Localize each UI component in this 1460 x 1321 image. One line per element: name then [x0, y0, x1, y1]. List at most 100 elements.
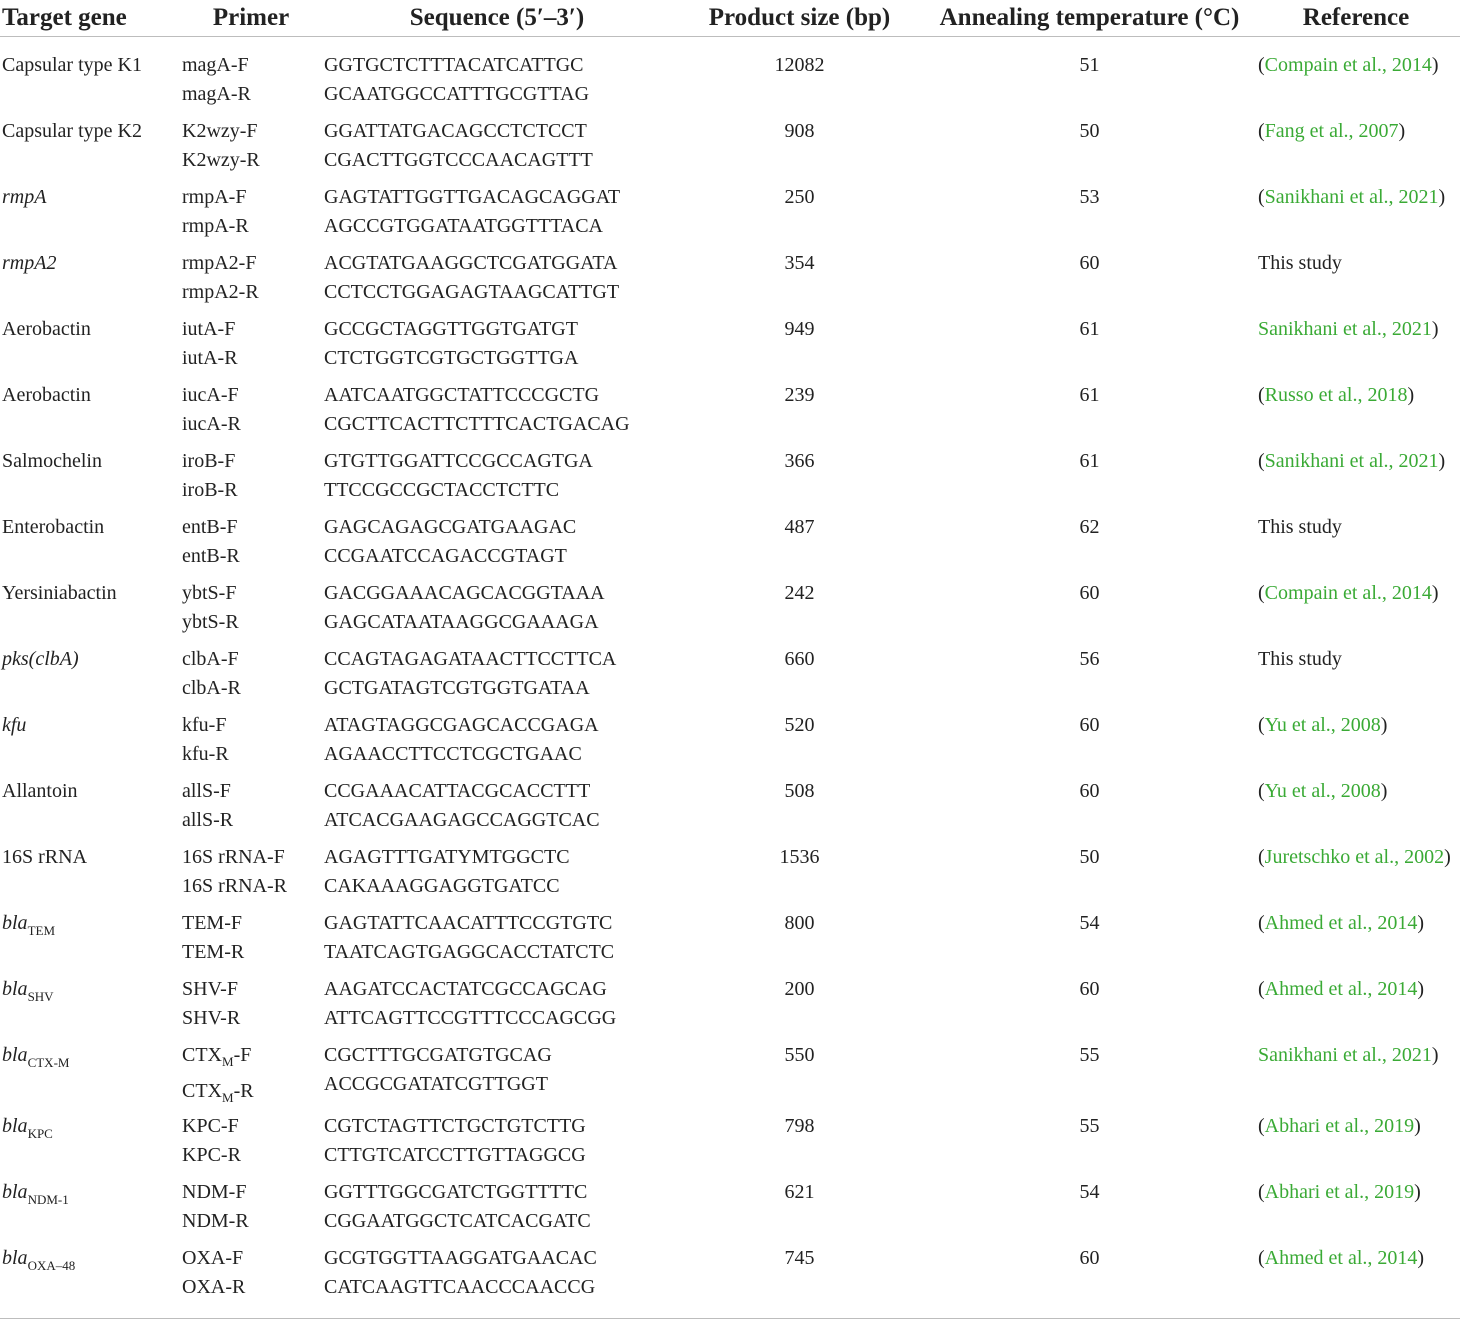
primer-forward: 16S rRNA-F	[182, 846, 285, 868]
header-target-gene: Target gene	[0, 0, 180, 37]
sequence-reverse: CTCTGGTCGTGCTGGTTGA	[324, 346, 579, 369]
primer-cell: ybtS-F ybtS-R	[180, 579, 322, 645]
target-gene-name: bla	[2, 1181, 28, 1203]
sequence-cell: GGATTATGACAGCCTCTCCT CGACTTGGTCCCAACAGTTT	[322, 117, 672, 183]
table-row: Yersiniabactin ybtS-F ybtS-R GACGGAAACAGCAC…	[0, 579, 1460, 645]
product-size-cell: 508	[784, 780, 815, 802]
product-size-cell: 949	[784, 318, 815, 340]
reference-link[interactable]: Sanikhani et al., 2021	[1265, 186, 1439, 208]
product-size-cell: 242	[784, 582, 815, 604]
primer-cell: K2wzy-F K2wzy-R	[180, 117, 322, 183]
product-size-cell: 798	[784, 1115, 815, 1137]
target-gene-cell: blaOXA–48	[0, 1244, 180, 1310]
primer-forward: iroB-F	[182, 450, 236, 472]
target-gene-cell: Yersiniabactin	[0, 579, 180, 645]
reference-open-paren: (	[1258, 450, 1265, 472]
reference-link[interactable]: Sanikhani et al., 2021	[1265, 450, 1439, 472]
product-size-cell: 487	[784, 516, 815, 538]
reference-link[interactable]: Ahmed et al., 2014	[1265, 1247, 1418, 1269]
primer-cell: rmpA2-F rmpA2-R	[180, 249, 322, 315]
target-gene-name: bla	[2, 978, 28, 1000]
sequence-forward: GAGTATTGGTTGACAGCAGGAT	[324, 186, 621, 208]
reference-link[interactable]: Yu et al., 2008	[1265, 714, 1381, 736]
reference-cell: (Compain et al., 2014)	[1252, 579, 1460, 645]
target-gene-name: bla	[2, 912, 28, 934]
reference-close-paren: )	[1414, 1115, 1421, 1137]
reference-cell: This study	[1252, 513, 1460, 579]
reference-open-paren: (	[1258, 384, 1265, 406]
reference-link[interactable]: Abhari et al., 2019	[1265, 1181, 1414, 1203]
target-gene-name: kfu	[2, 714, 27, 736]
primer-reverse: magA-R	[182, 82, 251, 105]
reference-link[interactable]: Ahmed et al., 2014	[1265, 912, 1418, 934]
target-gene-name: bla	[2, 1247, 28, 1269]
reference-close-paren: )	[1407, 384, 1415, 406]
reference-link[interactable]: Ahmed et al., 2014	[1265, 978, 1418, 1000]
target-gene-name: pks(clbA)	[2, 648, 79, 670]
primer-forward: NDM-F	[182, 1181, 247, 1203]
sequence-forward: GTGTTGGATTCCGCCAGTGA	[324, 450, 593, 472]
primer-suffix: -F	[233, 1044, 252, 1066]
primer-forward: rmpA2-F	[182, 252, 257, 274]
sequence-reverse: ATTCAGTTCCGTTTCCCAGCGG	[324, 1006, 617, 1029]
sequence-forward: CGTCTAGTTCTGCTGTCTTG	[324, 1115, 586, 1137]
reference-link[interactable]: Sanikhani et al., 2021	[1258, 1044, 1432, 1066]
table-row: blaCTX-M CTXM-F CTXM-R CGCTTTGCGATGTGCAG ACC…	[0, 1041, 1460, 1112]
target-gene-name: Yersiniabactin	[2, 582, 117, 604]
annealing-temperature-cell: 56	[1079, 648, 1100, 670]
table-row: pks(clbA) clbA-F clbA-R CCAGTAGAGATAACTTCCT…	[0, 645, 1460, 711]
annealing-temperature-cell: 62	[1079, 516, 1100, 538]
primer-forward: magA-F	[182, 54, 249, 76]
primer-forward: entB-F	[182, 516, 238, 538]
product-size-cell: 800	[784, 912, 815, 934]
target-gene-subscript: CTX-M	[27, 1055, 70, 1070]
sequence-reverse: CTTGTCATCCTTGTTAGGCG	[324, 1143, 586, 1166]
reference-link[interactable]: Compain et al., 2014	[1265, 54, 1432, 76]
table-row: rmpA rmpA-F rmpA-R GAGTATTGGTTGACAGCAGGAT AG…	[0, 183, 1460, 249]
table-row: Capsular type K2 K2wzy-F K2wzy-R GGATTATGAC…	[0, 117, 1460, 183]
primer-forward: rmpA-F	[182, 186, 247, 208]
reference-link[interactable]: Compain et al., 2014	[1265, 582, 1432, 604]
product-size-cell: 520	[784, 714, 815, 736]
reference-link[interactable]: Sanikhani et al., 2021	[1258, 318, 1432, 340]
table-row: blaKPC KPC-F KPC-R CGTCTAGTTCTGCTGTCTTG CTTG…	[0, 1112, 1460, 1178]
primer-forward: ybtS-F	[182, 582, 237, 604]
target-gene-name: rmpA	[2, 186, 47, 208]
annealing-temperature-cell: 60	[1079, 252, 1100, 274]
reference-close-paren: )	[1438, 186, 1446, 208]
target-gene-cell: blaCTX-M	[0, 1041, 180, 1112]
annealing-temperature-cell: 60	[1079, 582, 1100, 604]
primer-forward: OXA-F	[182, 1247, 244, 1269]
table-row: blaNDM-1 NDM-F NDM-R GGTTTGGCGATCTGGTTTTC CG…	[0, 1178, 1460, 1244]
reference-close-paren: )	[1417, 912, 1425, 934]
annealing-temperature-cell: 61	[1079, 384, 1100, 406]
sequence-forward: ACGTATGAAGGCTCGATGGATA	[324, 252, 618, 274]
reference-open-paren: (	[1258, 780, 1265, 802]
product-size-cell: 908	[784, 120, 815, 142]
reference-cell: (Fang et al., 2007)	[1252, 117, 1460, 183]
sequence-reverse: CGACTTGGTCCCAACAGTTT	[324, 148, 593, 171]
sequence-cell: AAGATCCACTATCGCCAGCAG ATTCAGTTCCGTTTCCCAG…	[322, 975, 672, 1041]
reference-cell: (Abhari et al., 2019)	[1252, 1112, 1460, 1178]
sequence-reverse: ACCGCGATATCGTTGGT	[324, 1072, 548, 1095]
reference-link[interactable]: Juretschko et al., 2002	[1265, 846, 1444, 868]
reference-link[interactable]: Russo et al., 2018	[1265, 384, 1408, 406]
primer-forward: allS-F	[182, 780, 231, 802]
reference-close-paren: )	[1414, 1181, 1421, 1203]
reference-link[interactable]: Yu et al., 2008	[1265, 780, 1381, 802]
sequence-forward: CCAGTAGAGATAACTTCCTTCA	[324, 648, 617, 670]
primer-forward: KPC-F	[182, 1115, 239, 1137]
primer-reverse: clbA-R	[182, 676, 241, 699]
table-row: Aerobactin iutA-F iutA-R GCCGCTAGGTTGGTGATG…	[0, 315, 1460, 381]
sequence-cell: ATAGTAGGCGAGCACCGAGA AGAACCTTCCTCGCTGAAC	[322, 711, 672, 777]
sequence-cell: AGAGTTTGATYMTGGCTC CAKAAAGGAGGTGATCC	[322, 843, 672, 909]
sequence-reverse: TTCCGCCGCTACCTCTTC	[324, 478, 560, 501]
table-row: Aerobactin iucA-F iucA-R AATCAATGGCTATTCCCG…	[0, 381, 1460, 447]
sequence-reverse: GAGCATAATAAGGCGAAAGA	[324, 610, 599, 633]
reference-link[interactable]: Abhari et al., 2019	[1265, 1115, 1414, 1137]
reference-close-paren: )	[1431, 1044, 1439, 1066]
target-gene-cell: Allantoin	[0, 777, 180, 843]
reference-link[interactable]: Fang et al., 2007	[1265, 120, 1399, 142]
sequence-forward: AGAGTTTGATYMTGGCTC	[324, 846, 570, 868]
target-gene-name: rmpA2	[2, 252, 57, 274]
